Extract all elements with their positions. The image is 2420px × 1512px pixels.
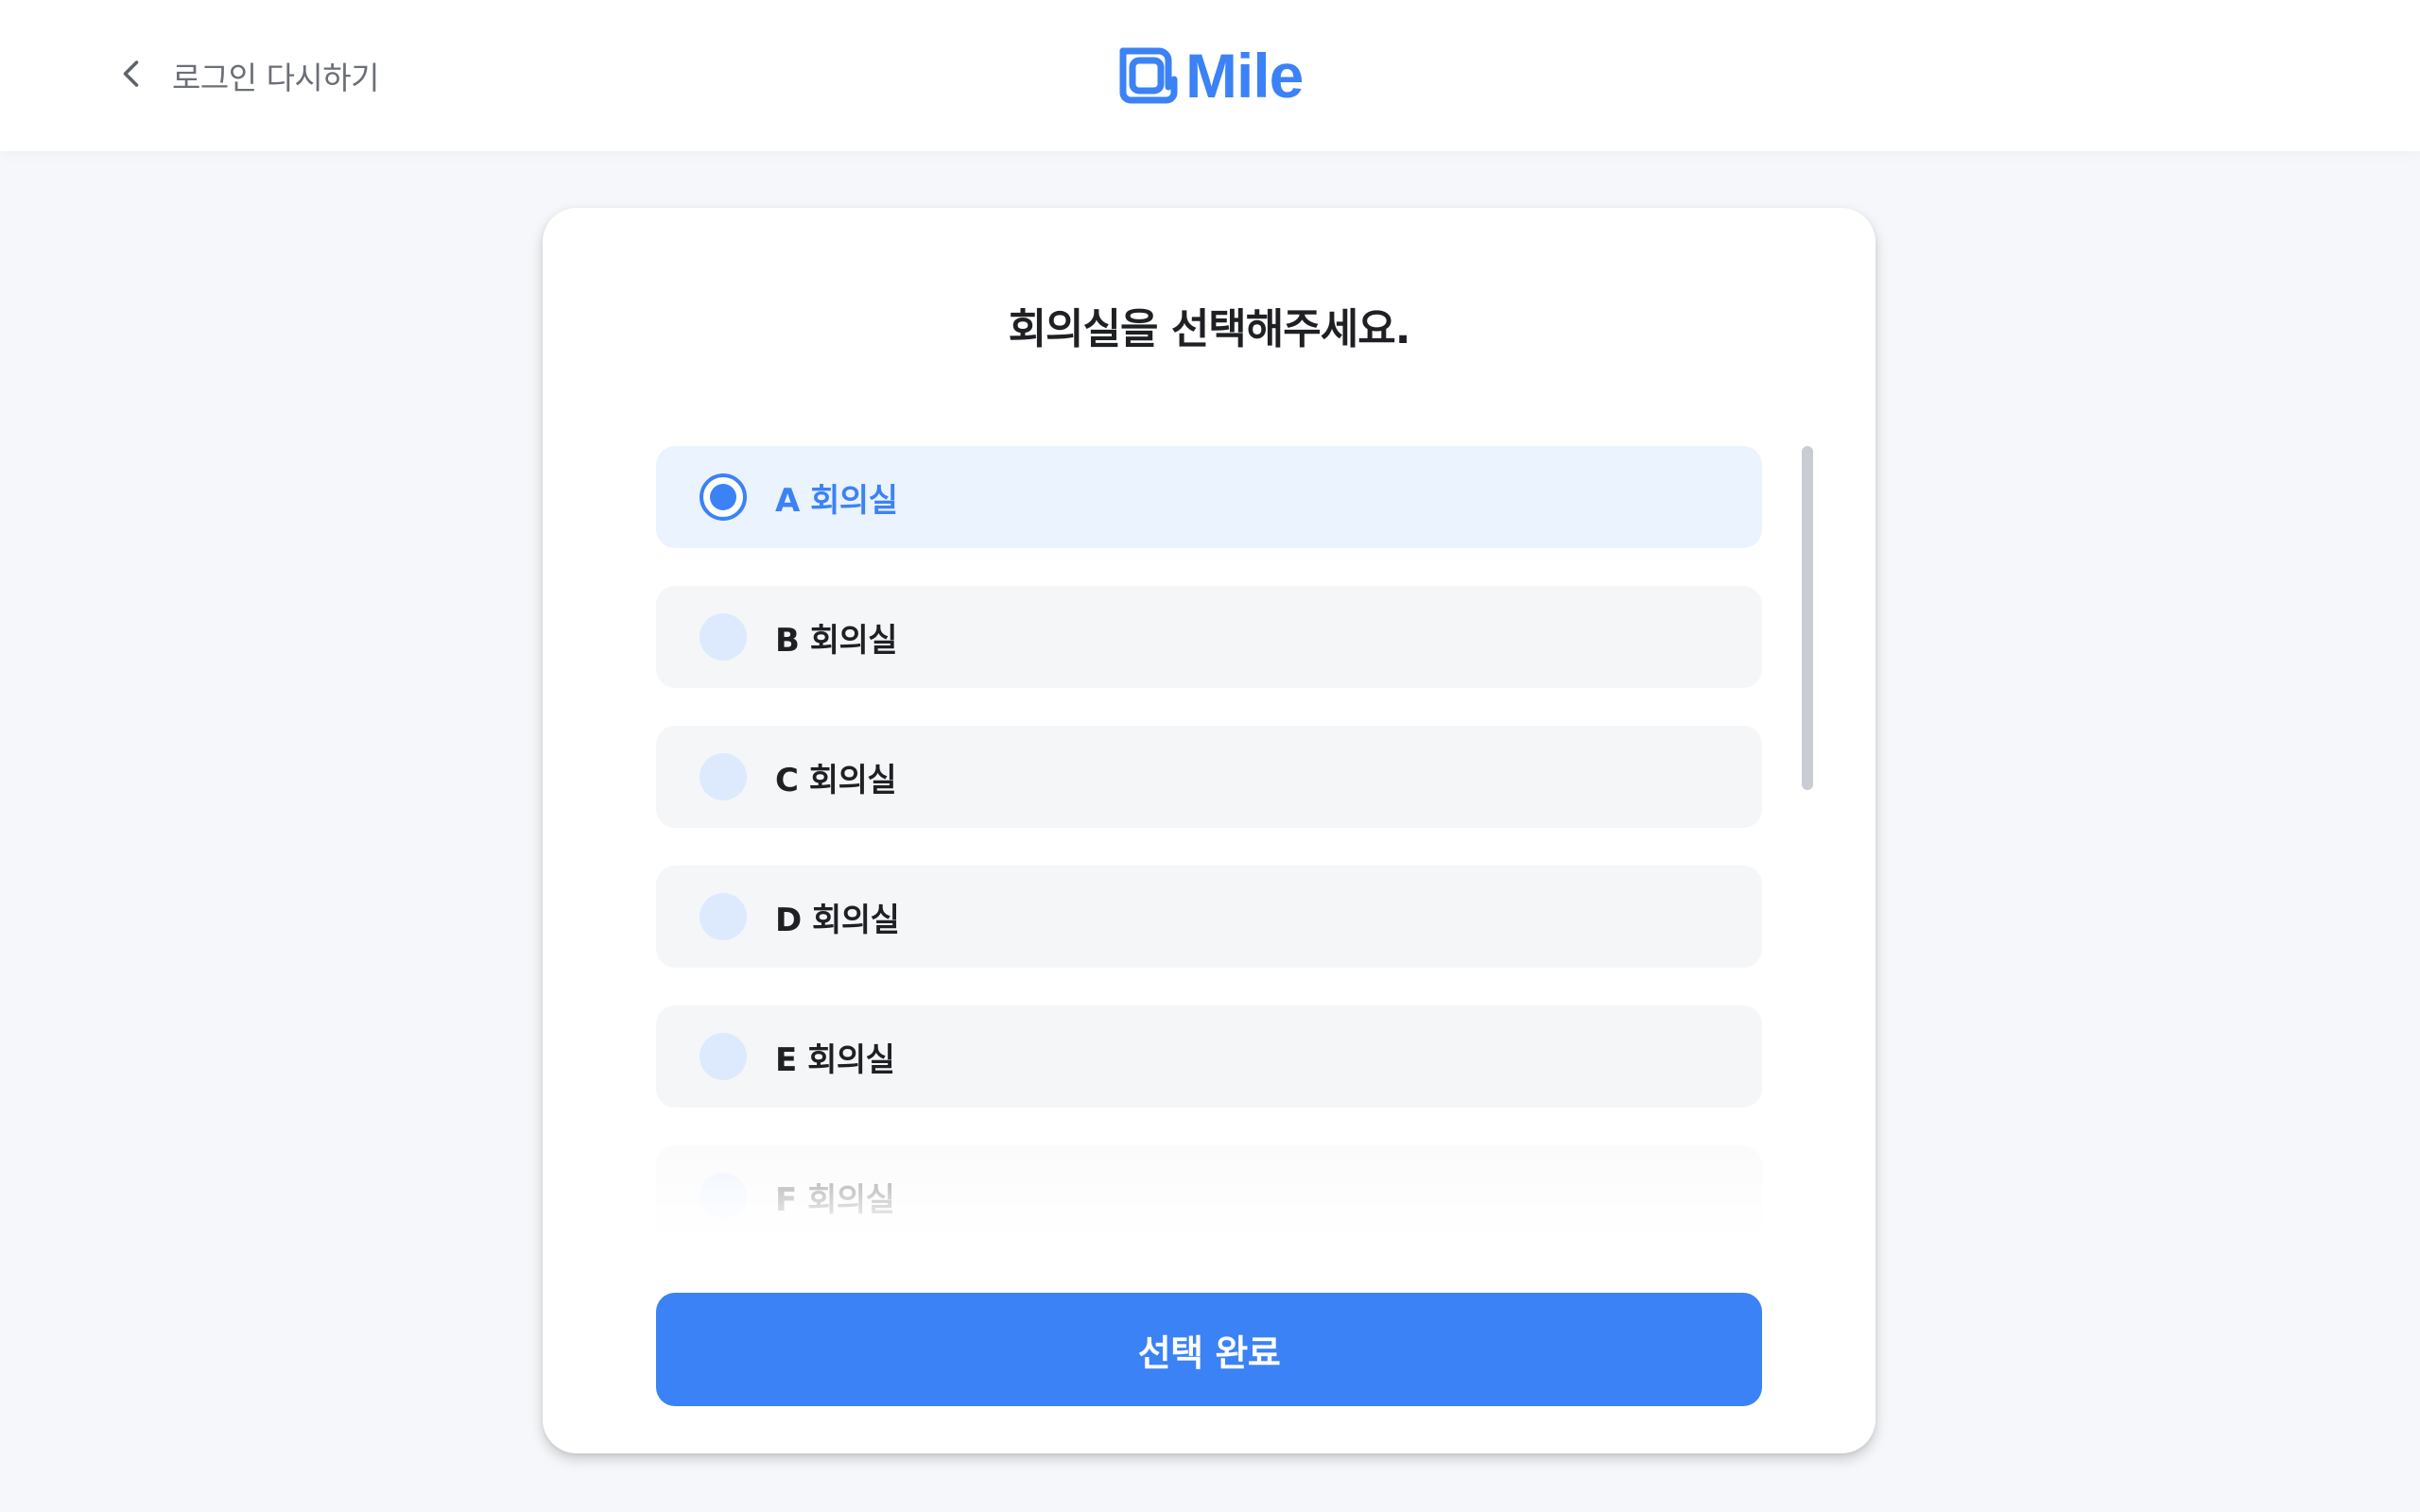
card-title: 회의실을 선택해주세요.	[1008, 305, 1411, 353]
logo-text: Mile	[1185, 41, 1304, 111]
mile-logo-icon	[1114, 38, 1180, 113]
radio-unselected-icon	[700, 893, 747, 940]
back-label: 로그인 다시하기	[172, 60, 380, 96]
radio-unselected-icon	[700, 613, 747, 661]
room-option-label: D 회의실	[775, 901, 900, 939]
room-option-label: E 회의실	[775, 1040, 895, 1079]
room-select-card: 회의실을 선택해주세요. A 회의실 B 회의실 C 회의실 D 회의실 E 회…	[543, 208, 1876, 1453]
room-option-label: C 회의실	[775, 761, 897, 799]
room-option-b[interactable]: B 회의실	[656, 586, 1762, 688]
room-option-a[interactable]: A 회의실	[656, 446, 1762, 548]
room-option-f[interactable]: F 회의실	[656, 1145, 1762, 1247]
radio-selected-icon	[700, 473, 747, 521]
logo: Mile	[1114, 36, 1304, 115]
top-bar: 로그인 다시하기 Mile	[0, 0, 2420, 151]
radio-unselected-icon	[700, 753, 747, 800]
room-option-c[interactable]: C 회의실	[656, 726, 1762, 828]
radio-unselected-icon	[700, 1173, 747, 1220]
back-button[interactable]: 로그인 다시하기	[115, 49, 380, 102]
room-option-e[interactable]: E 회의실	[656, 1005, 1762, 1108]
submit-selection-button[interactable]: 선택 완료	[656, 1293, 1762, 1406]
list-scrollbar[interactable]	[1802, 446, 1813, 790]
room-option-label: A 회의실	[775, 481, 898, 520]
radio-unselected-icon	[700, 1033, 747, 1080]
room-option-d[interactable]: D 회의실	[656, 866, 1762, 968]
room-option-label: F 회의실	[775, 1180, 895, 1219]
chevron-left-icon	[115, 57, 149, 94]
room-option-label: B 회의실	[775, 621, 898, 660]
